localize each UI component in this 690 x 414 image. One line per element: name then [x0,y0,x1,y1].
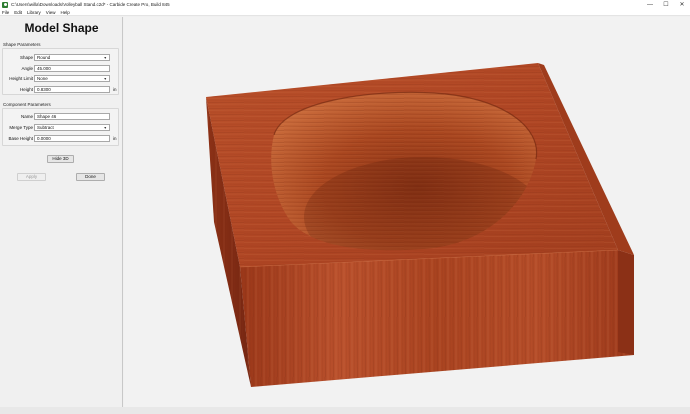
status-bar [0,407,690,414]
height-input[interactable]: 0.8300 [34,86,110,93]
merge-type-value: Subtract [37,125,54,130]
shape-row: Shape Round ▼ [3,54,120,61]
angle-input[interactable]: 45.000 [34,65,110,72]
3d-viewport[interactable] [124,17,690,407]
done-button[interactable]: Done [76,173,105,181]
base-height-row: Base Height 0.0000 in [3,135,120,142]
height-label: Height [19,87,33,92]
height-limit-value: None [37,76,48,81]
shape-parameters-group: Shape Round ▼ Angle 45.000 Height Limit … [2,48,119,95]
app-icon [2,1,8,8]
merge-type-select[interactable]: Subtract ▼ [34,124,110,131]
height-limit-row: Height Limit None ▼ [3,75,120,82]
height-unit: in [113,87,117,92]
merge-type-row: Merge Type Subtract ▼ [3,124,120,131]
shape-select[interactable]: Round ▼ [34,54,110,61]
name-label: Name [20,114,33,119]
close-button[interactable]: ✕ [674,0,690,9]
shape-parameters-label: Shape Parameters [3,42,41,47]
model-shape-panel: Model Shape Shape Parameters Shape Round… [0,17,123,407]
menu-library[interactable]: Library [27,10,41,15]
merge-type-label: Merge Type [9,125,33,130]
component-parameters-label: Component Parameters [3,102,51,107]
menu-help[interactable]: Help [60,10,69,15]
menu-file[interactable]: File [2,10,9,15]
menu-view[interactable]: View [46,10,56,15]
apply-button[interactable]: Apply [17,173,46,181]
name-input[interactable]: Shape 46 [34,113,110,120]
height-limit-select[interactable]: None ▼ [34,75,110,82]
maximize-button[interactable]: ☐ [658,0,674,9]
menu-bar: File Edit Library View Help [0,9,690,16]
window-controls: — ☐ ✕ [642,0,690,9]
height-row: Height 0.8300 in [3,86,120,93]
wood-block-preview [206,62,634,387]
angle-label: Angle [21,66,33,71]
menu-edit[interactable]: Edit [14,10,22,15]
chevron-down-icon: ▼ [103,77,107,81]
name-row: Name Shape 46 [3,113,120,120]
base-height-input[interactable]: 0.0000 [34,135,110,142]
chevron-down-icon: ▼ [103,56,107,60]
shape-value: Round [37,55,51,60]
minimize-button[interactable]: — [642,0,658,9]
base-height-label: Base Height [8,136,33,141]
title-bar: C:\Users\willa\Downloads\Volleyball Stan… [0,0,690,9]
shape-label: Shape [19,55,33,60]
base-height-unit: in [113,136,117,141]
chevron-down-icon: ▼ [103,126,107,130]
component-parameters-group: Name Shape 46 Merge Type Subtract ▼ Base… [2,108,119,146]
angle-row: Angle 45.000 [3,65,120,72]
hide-3d-button[interactable]: Hide 3D [47,155,74,163]
height-limit-label: Height Limit [9,76,33,81]
panel-title: Model Shape [24,21,99,35]
window-title: C:\Users\willa\Downloads\Volleyball Stan… [11,2,170,7]
